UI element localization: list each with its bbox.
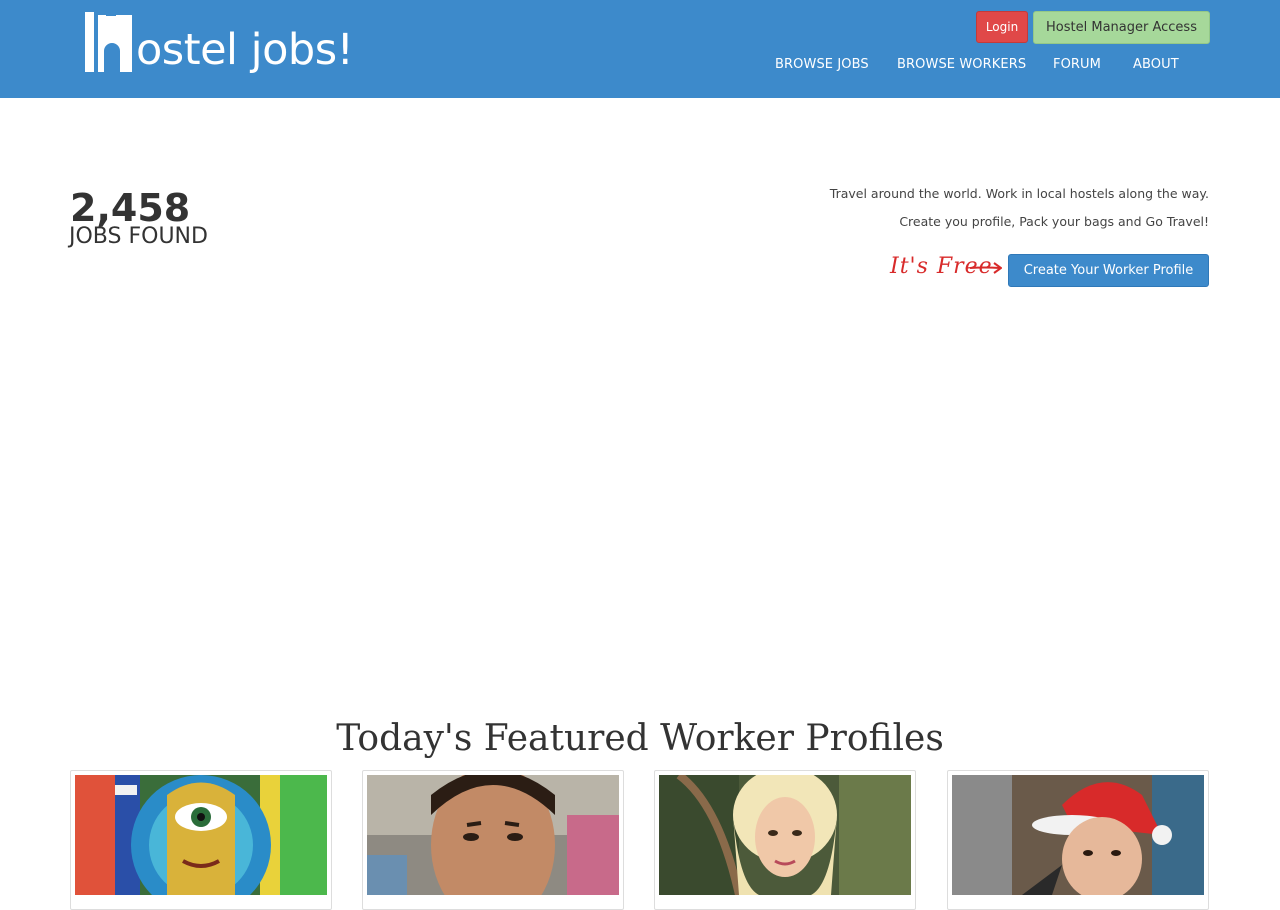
- featured-profile-card[interactable]: [70, 770, 332, 910]
- hostel-manager-access-button[interactable]: Hostel Manager Access: [1033, 11, 1210, 44]
- jobs-found-label: JOBS FOUND: [69, 224, 208, 249]
- profile-photo: [367, 775, 619, 895]
- profile-photo: [659, 775, 911, 895]
- its-free-note: It's Free: [890, 252, 1002, 282]
- login-button[interactable]: Login: [976, 11, 1028, 43]
- create-worker-profile-button[interactable]: Create Your Worker Profile: [1008, 254, 1209, 287]
- nav-browse-workers[interactable]: BROWSE WORKERS: [897, 57, 1026, 72]
- featured-profiles-title: Today's Featured Worker Profiles: [336, 718, 944, 759]
- hostel-door-icon: [85, 12, 132, 72]
- featured-profile-card[interactable]: [947, 770, 1209, 910]
- site-logo[interactable]: ostel jobs!: [84, 11, 354, 75]
- tagline-secondary: Create you profile, Pack your bags and G…: [899, 214, 1209, 229]
- nav-about[interactable]: ABOUT: [1133, 57, 1179, 72]
- arrow-right-icon: [970, 262, 1002, 274]
- profile-photo: [75, 775, 327, 895]
- header-bar: ostel jobs! Login Hostel Manager Access …: [0, 0, 1280, 98]
- featured-profile-card[interactable]: [362, 770, 624, 910]
- nav-browse-jobs[interactable]: BROWSE JOBS: [775, 57, 869, 72]
- logo-text: ostel jobs!: [136, 25, 354, 75]
- profile-photo: [952, 775, 1204, 895]
- featured-profile-card[interactable]: [654, 770, 916, 910]
- tagline-primary: Travel around the world. Work in local h…: [829, 186, 1209, 201]
- nav-forum[interactable]: FORUM: [1053, 57, 1101, 72]
